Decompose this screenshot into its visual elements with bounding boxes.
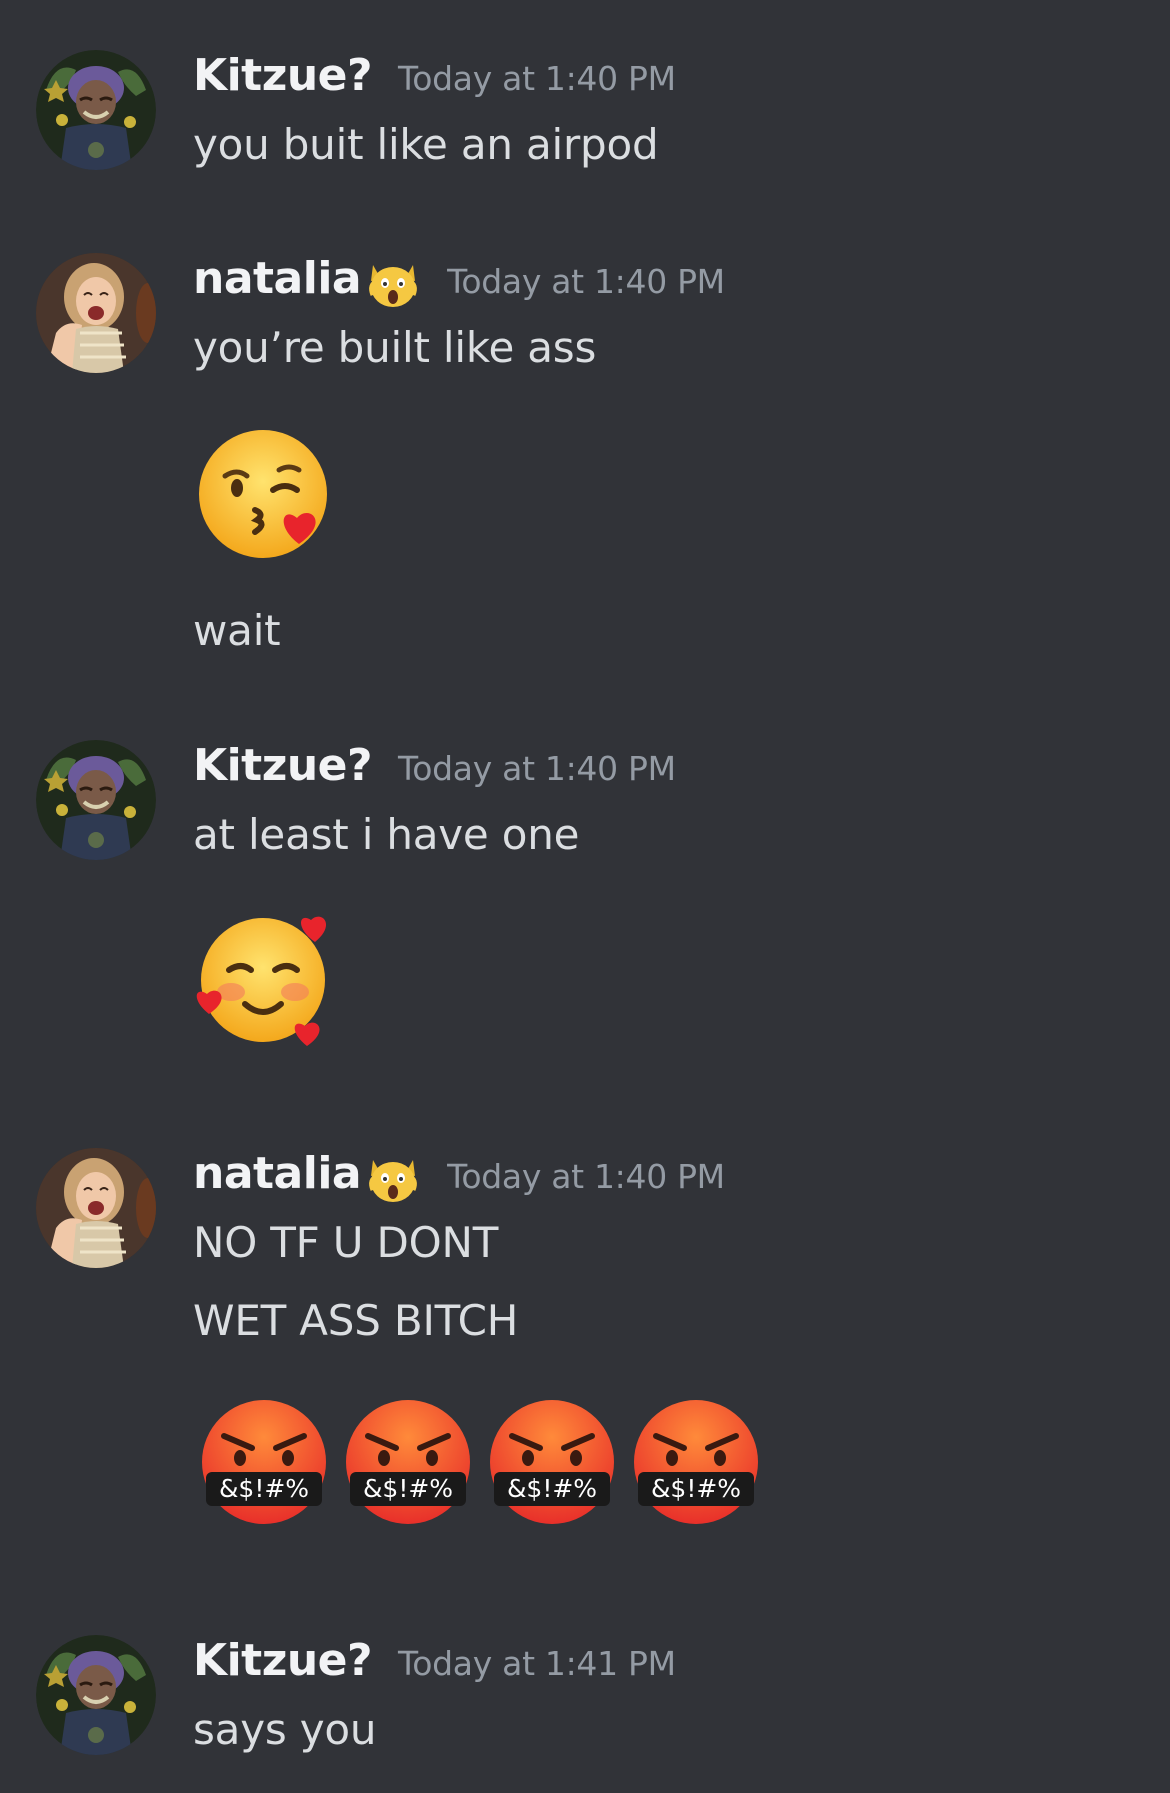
username[interactable]: natalia (193, 253, 362, 304)
message-text: you buit like an airpod (193, 120, 659, 169)
avatar-image (36, 740, 156, 860)
timestamp[interactable]: Today at 1:40 PM (398, 59, 676, 98)
message-text: wait (193, 606, 281, 655)
kitzue-avatar[interactable] (36, 1635, 156, 1755)
timestamp[interactable]: Today at 1:40 PM (447, 1157, 725, 1196)
avatar-image (36, 253, 156, 373)
message-text: you’re built like ass (193, 323, 597, 372)
message-header: Kitzue? Today at 1:40 PM (193, 50, 676, 110)
message-header: Kitzue? Today at 1:41 PM (193, 1635, 676, 1695)
timestamp[interactable]: Today at 1:41 PM (398, 1644, 676, 1683)
smiling-face-with-hearts-icon[interactable] (195, 912, 331, 1048)
chat-message-list: Kitzue? Today at 1:40 PM you buit like a… (0, 0, 1170, 1793)
timestamp[interactable]: Today at 1:40 PM (398, 749, 676, 788)
timestamp[interactable]: Today at 1:40 PM (447, 262, 725, 301)
scream-cat-icon (365, 255, 421, 311)
message-header: natalia Today at 1:40 PM (193, 1148, 725, 1208)
scream-cat-icon (365, 1150, 421, 1206)
natalia-avatar[interactable] (36, 253, 156, 373)
message-header: natalia Today at 1:40 PM (193, 253, 725, 313)
cursing-face-icon[interactable]: &$!#% (196, 1396, 332, 1532)
username[interactable]: Kitzue? (193, 50, 373, 101)
message-text: at least i have one (193, 810, 580, 859)
kissing-face-with-heart-icon[interactable] (195, 426, 331, 562)
avatar-image (36, 50, 156, 170)
avatar-image (36, 1148, 156, 1268)
svg-text:&$!#%: &$!#% (363, 1474, 453, 1503)
cursing-face-icon[interactable]: &$!#% (484, 1396, 620, 1532)
svg-text:&$!#%: &$!#% (651, 1474, 741, 1503)
message-text: NO TF U DONT (193, 1218, 499, 1267)
username[interactable]: Kitzue? (193, 1635, 373, 1686)
message-header: Kitzue? Today at 1:40 PM (193, 740, 676, 800)
kitzue-avatar[interactable] (36, 740, 156, 860)
message-text: says you (193, 1705, 377, 1754)
cursing-face-icon[interactable]: &$!#% (628, 1396, 764, 1532)
avatar-image (36, 1635, 156, 1755)
kitzue-avatar[interactable] (36, 50, 156, 170)
username[interactable]: Kitzue? (193, 740, 373, 791)
cursing-face-icon[interactable]: &$!#% (340, 1396, 476, 1532)
natalia-avatar[interactable] (36, 1148, 156, 1268)
message-text: WET ASS BITCH (193, 1296, 519, 1345)
svg-text:&$!#%: &$!#% (219, 1474, 309, 1503)
svg-text:&$!#%: &$!#% (507, 1474, 597, 1503)
username[interactable]: natalia (193, 1148, 362, 1199)
